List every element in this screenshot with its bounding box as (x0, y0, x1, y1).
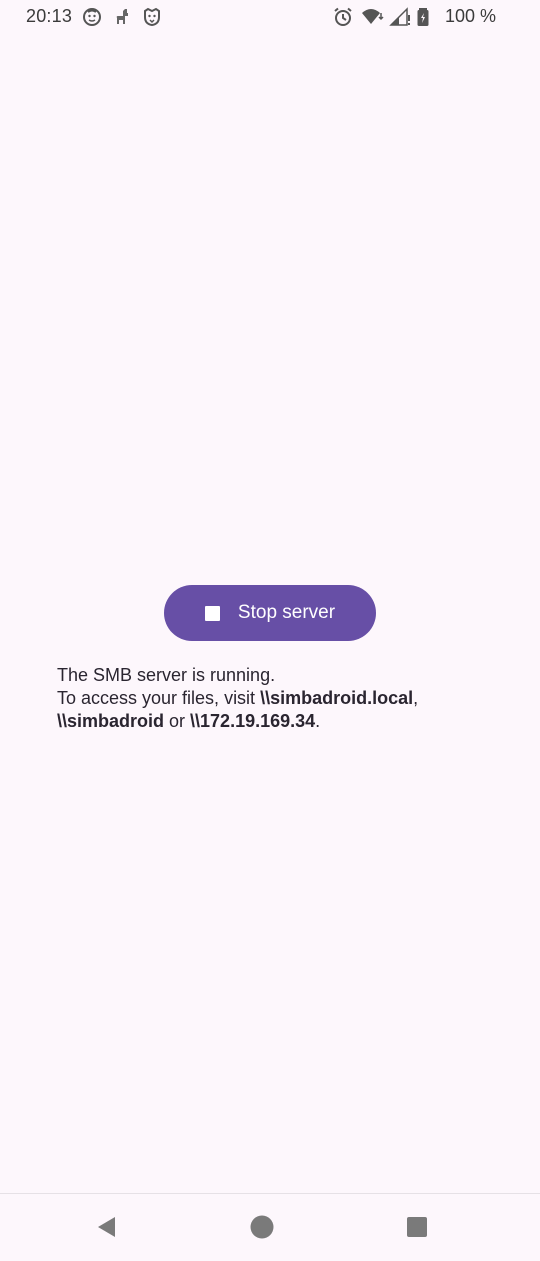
status-bar-right: 100 % (333, 6, 496, 27)
back-icon[interactable] (94, 1214, 120, 1240)
battery-icon (417, 7, 437, 27)
signal-icon (389, 6, 410, 27)
address-ip: \\172.19.169.34 (190, 711, 316, 731)
address-netbios: \\simbadroid (57, 711, 165, 731)
home-icon[interactable] (249, 1214, 275, 1240)
status-bar: 20:13 100 % (0, 0, 540, 36)
stop-server-label: Stop server (237, 602, 336, 623)
navigation-bar (0, 1193, 540, 1261)
stop-icon (204, 605, 220, 621)
llama-icon (112, 7, 132, 27)
battery-percentage: 100 % (444, 6, 496, 26)
clock: 20:13 (26, 6, 73, 26)
face-icon (82, 7, 102, 27)
alarm-icon (333, 7, 353, 27)
access-instructions: To access your files, visit (57, 688, 261, 708)
server-status-message: The SMB server is running. To access you… (57, 665, 419, 731)
lion-icon (142, 7, 162, 27)
status-bar-left: 20:13 (26, 6, 162, 27)
wifi-icon (361, 7, 384, 27)
recents-icon[interactable] (404, 1214, 430, 1240)
stop-server-button[interactable]: Stop server (164, 585, 376, 641)
status-line: The SMB server is running. (57, 665, 276, 685)
address-mdns: \\simbadroid.local (260, 688, 414, 708)
